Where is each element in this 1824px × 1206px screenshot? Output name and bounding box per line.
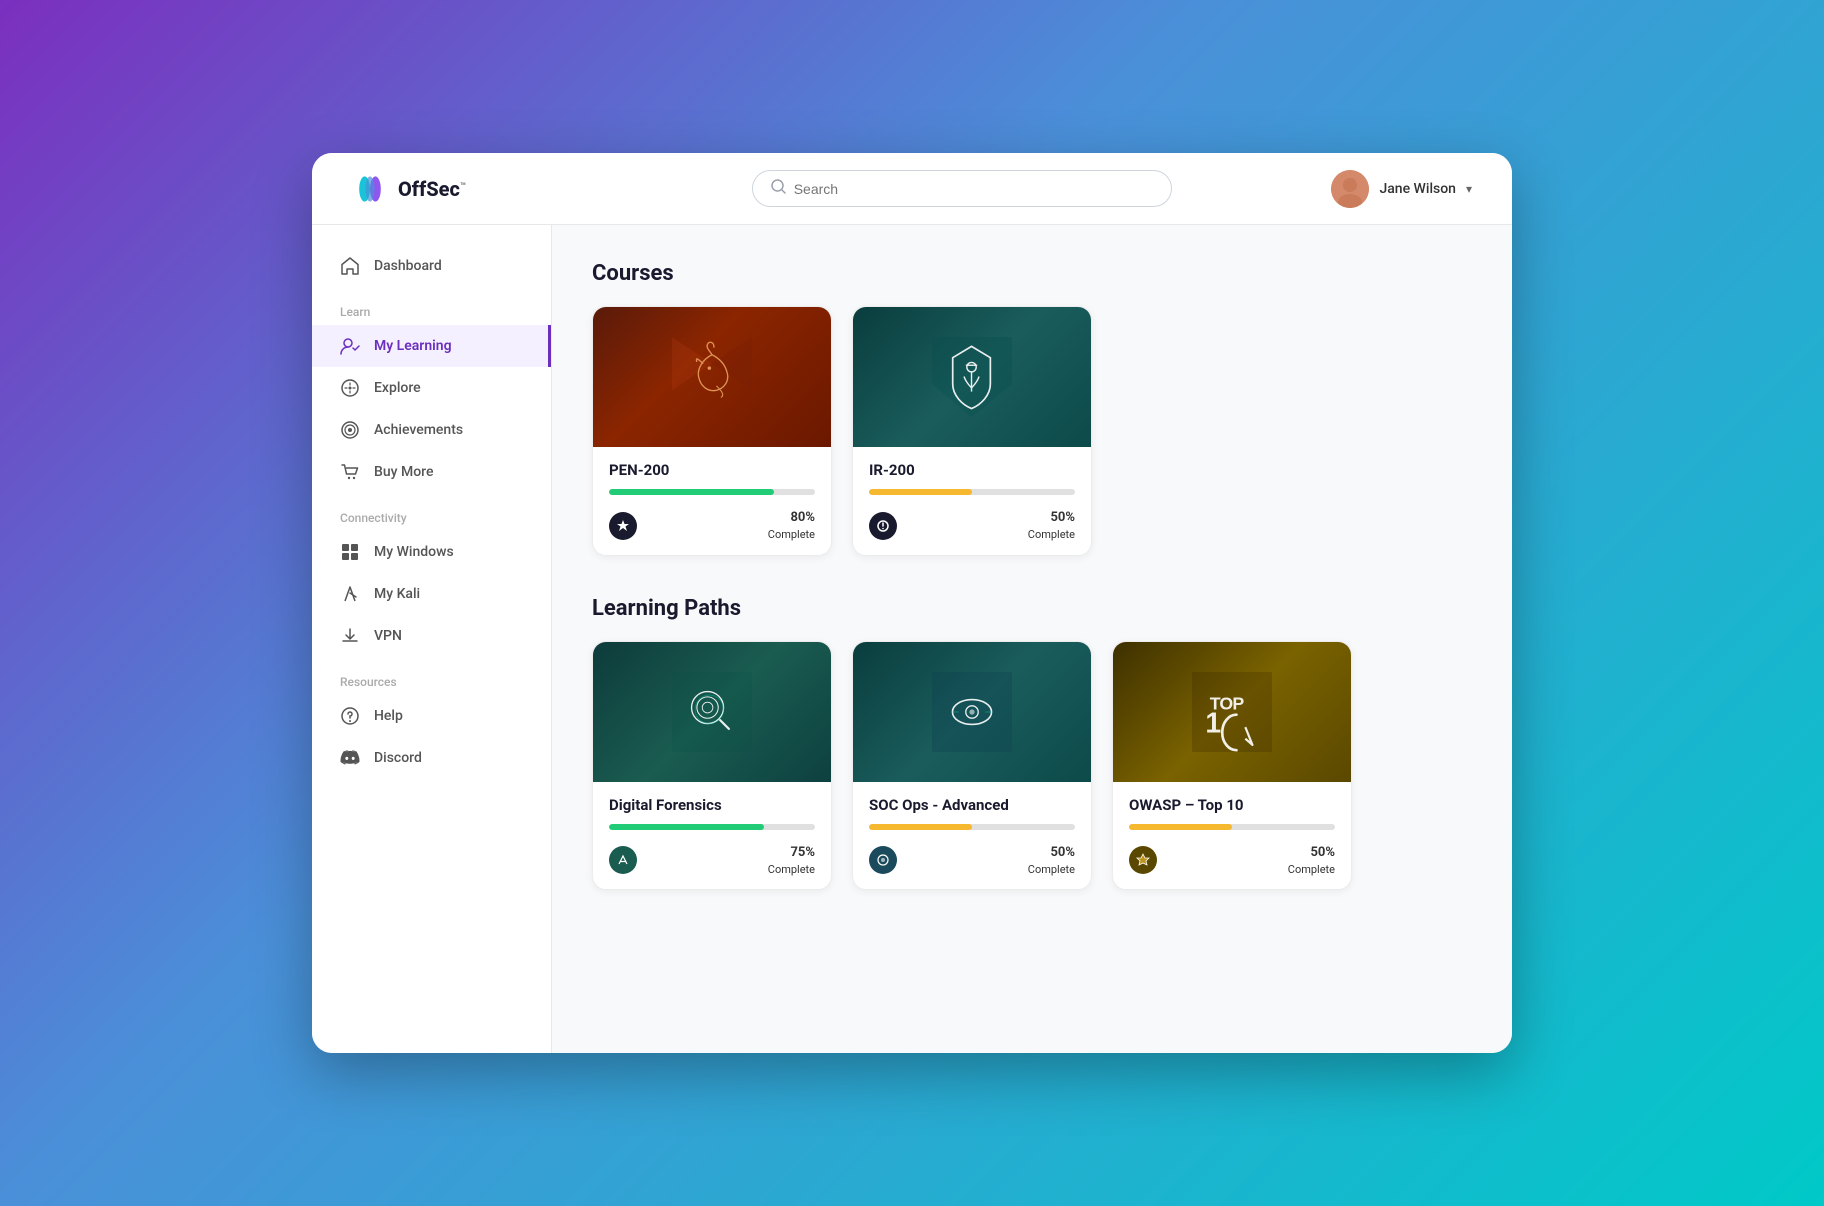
chevron-down-icon: ▾ <box>1466 182 1472 196</box>
sidebar-item-dashboard-label: Dashboard <box>374 258 442 274</box>
progress-bar-wrap-owasp <box>1129 824 1335 830</box>
learning-path-body-forensics: Digital Forensics 75% Complete <box>593 782 831 890</box>
learning-path-badge-owasp <box>1129 846 1157 874</box>
sidebar-item-help-label: Help <box>374 708 403 724</box>
card-footer-owasp: 50% Complete <box>1129 844 1335 878</box>
progress-label-pen200: 80% Complete <box>768 509 815 543</box>
sidebar-item-my-learning[interactable]: My Learning <box>312 325 551 367</box>
app-container: OffSec™ J <box>312 153 1512 1053</box>
header: OffSec™ J <box>312 153 1512 225</box>
card-footer-soc: 50% Complete <box>869 844 1075 878</box>
kali-icon <box>340 584 360 604</box>
sidebar-item-buy-more[interactable]: Buy More <box>312 451 551 493</box>
compass-icon <box>340 378 360 398</box>
learning-path-title-soc: SOC Ops - Advanced <box>869 796 1075 814</box>
sidebar-item-discord[interactable]: Discord <box>312 737 551 779</box>
sidebar-section-resources: Resources <box>312 657 551 695</box>
card-footer-forensics: 75% Complete <box>609 844 815 878</box>
sidebar-item-achievements[interactable]: Achievements <box>312 409 551 451</box>
discord-icon <box>340 748 360 768</box>
learning-path-card-owasp[interactable]: TOP 1 OWASP – Top 10 <box>1112 641 1352 891</box>
progress-fill-forensics <box>609 824 764 830</box>
sidebar-item-my-kali-label: My Kali <box>374 586 420 602</box>
cart-icon <box>340 462 360 482</box>
avatar <box>1331 170 1369 208</box>
progress-bar-wrap-forensics <box>609 824 815 830</box>
sidebar-item-explore[interactable]: Explore <box>312 367 551 409</box>
body-wrap: Dashboard Learn My Learning <box>312 225 1512 1053</box>
card-footer-ir200: 50% Complete <box>869 509 1075 543</box>
target-icon <box>340 420 360 440</box>
progress-fill-ir200 <box>869 489 972 495</box>
sidebar-section-connectivity: Connectivity <box>312 493 551 531</box>
download-icon <box>340 626 360 646</box>
sidebar-section-learn: Learn <box>312 287 551 325</box>
learning-path-thumbnail-owasp: TOP 1 <box>1113 642 1351 782</box>
sidebar-item-help[interactable]: Help <box>312 695 551 737</box>
search-box[interactable] <box>752 170 1172 207</box>
learning-path-card-soc[interactable]: SOC Ops - Advanced 50% Complete <box>852 641 1092 891</box>
course-badge-ir200 <box>869 512 897 540</box>
sidebar-item-achievements-label: Achievements <box>374 422 463 438</box>
help-icon <box>340 706 360 726</box>
sidebar-item-explore-label: Explore <box>374 380 421 396</box>
progress-label-ir200: 50% Complete <box>1028 509 1075 543</box>
logo-area: OffSec™ <box>352 171 592 207</box>
my-learning-icon <box>340 336 360 356</box>
sidebar-item-vpn-label: VPN <box>374 628 402 644</box>
course-thumbnail-pen200 <box>593 307 831 447</box>
progress-fill-pen200 <box>609 489 774 495</box>
sidebar-item-vpn[interactable]: VPN <box>312 615 551 657</box>
logo-text: OffSec™ <box>398 177 466 201</box>
sidebar-item-discord-label: Discord <box>374 750 422 766</box>
progress-label-forensics: 75% Complete <box>768 844 815 878</box>
course-card-body-pen200: PEN-200 80% Complete <box>593 447 831 555</box>
offsec-logo-icon <box>352 171 388 207</box>
course-thumbnail-ir200 <box>853 307 1091 447</box>
svg-text:1: 1 <box>1205 707 1221 739</box>
search-area <box>592 170 1331 207</box>
learning-path-title-forensics: Digital Forensics <box>609 796 815 814</box>
search-input[interactable] <box>794 181 1153 197</box>
card-footer-pen200: 80% Complete <box>609 509 815 543</box>
course-title-ir200: IR-200 <box>869 461 1075 479</box>
sidebar-item-my-windows-label: My Windows <box>374 544 454 560</box>
sidebar-item-dashboard[interactable]: Dashboard <box>312 245 551 287</box>
user-menu[interactable]: Jane Wilson ▾ <box>1331 170 1472 208</box>
progress-fill-soc <box>869 824 972 830</box>
learning-path-card-forensics[interactable]: Digital Forensics 75% Complete <box>592 641 832 891</box>
main-content: Courses <box>552 225 1512 1053</box>
sidebar-item-buy-more-label: Buy More <box>374 464 433 480</box>
windows-icon <box>340 542 360 562</box>
learning-path-thumbnail-soc <box>853 642 1091 782</box>
course-card-body-ir200: IR-200 50% Complete <box>853 447 1091 555</box>
course-card-pen200[interactable]: PEN-200 80% Complete <box>592 306 832 556</box>
search-icon <box>771 179 786 198</box>
sidebar-item-my-windows[interactable]: My Windows <box>312 531 551 573</box>
courses-section-title: Courses <box>592 261 1472 286</box>
course-card-ir200[interactable]: IR-200 50% Complete <box>852 306 1092 556</box>
sidebar: Dashboard Learn My Learning <box>312 225 552 1053</box>
sidebar-item-my-learning-label: My Learning <box>374 338 452 354</box>
learning-path-body-owasp: OWASP – Top 10 50% Complete <box>1113 782 1351 890</box>
sidebar-item-my-kali[interactable]: My Kali <box>312 573 551 615</box>
progress-bar-wrap-pen200 <box>609 489 815 495</box>
learning-path-title-owasp: OWASP – Top 10 <box>1129 796 1335 814</box>
course-badge-pen200 <box>609 512 637 540</box>
progress-label-owasp: 50% Complete <box>1288 844 1335 878</box>
learning-path-body-soc: SOC Ops - Advanced 50% Complete <box>853 782 1091 890</box>
home-icon <box>340 256 360 276</box>
progress-fill-owasp <box>1129 824 1232 830</box>
course-title-pen200: PEN-200 <box>609 461 815 479</box>
progress-bar-wrap-soc <box>869 824 1075 830</box>
learning-paths-section-title: Learning Paths <box>592 596 1472 621</box>
learning-path-badge-forensics <box>609 846 637 874</box>
progress-bar-wrap-ir200 <box>869 489 1075 495</box>
learning-path-thumbnail-forensics <box>593 642 831 782</box>
progress-label-soc: 50% Complete <box>1028 844 1075 878</box>
learning-paths-grid: Digital Forensics 75% Complete <box>592 641 1472 891</box>
user-name-label: Jane Wilson <box>1379 181 1456 197</box>
courses-grid: PEN-200 80% Complete <box>592 306 1472 556</box>
learning-path-badge-soc <box>869 846 897 874</box>
